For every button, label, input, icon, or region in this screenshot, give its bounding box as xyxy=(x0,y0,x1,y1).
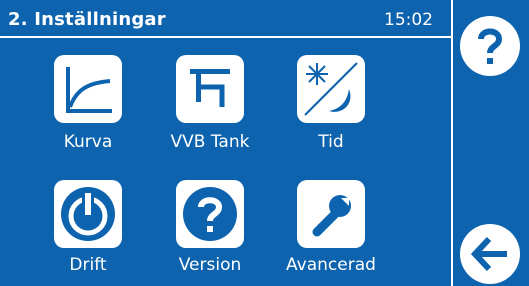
question-icon xyxy=(183,187,237,241)
day-night-icon xyxy=(304,62,358,116)
curve-icon xyxy=(66,67,112,113)
menu-item-kurva[interactable] xyxy=(54,55,122,123)
tap-icon xyxy=(190,69,230,107)
power-icon xyxy=(61,187,115,241)
question-icon xyxy=(478,28,503,64)
menu-item-version[interactable] xyxy=(176,180,244,248)
menu-label-kurva: Kurva xyxy=(63,132,113,152)
title-underline xyxy=(0,36,451,38)
menu-label-drift: Drift xyxy=(69,255,107,275)
menu-item-tid[interactable] xyxy=(297,55,365,123)
menu-item-vvb-tank[interactable] xyxy=(176,55,244,123)
help-button[interactable] xyxy=(460,16,520,76)
title-bar: 2. Inställningar 15:02 xyxy=(0,0,451,34)
back-arrow-icon xyxy=(470,236,507,272)
wrench-icon xyxy=(312,195,351,237)
page-title: 2. Inställningar xyxy=(8,9,166,30)
menu-item-avancerad[interactable] xyxy=(297,180,365,248)
menu-label-avancerad: Avancerad xyxy=(286,255,376,275)
menu-label-tid: Tid xyxy=(318,132,344,152)
menu-item-drift[interactable] xyxy=(54,180,122,248)
settings-screen: 2. Inställningar 15:02 Kurva VVB Tank Ti… xyxy=(0,0,529,286)
sidebar-divider xyxy=(451,0,453,286)
clock: 15:02 xyxy=(384,10,433,30)
back-button[interactable] xyxy=(460,224,520,284)
menu-label-version: Version xyxy=(178,255,242,275)
menu-label-vvb-tank: VVB Tank xyxy=(170,132,250,152)
